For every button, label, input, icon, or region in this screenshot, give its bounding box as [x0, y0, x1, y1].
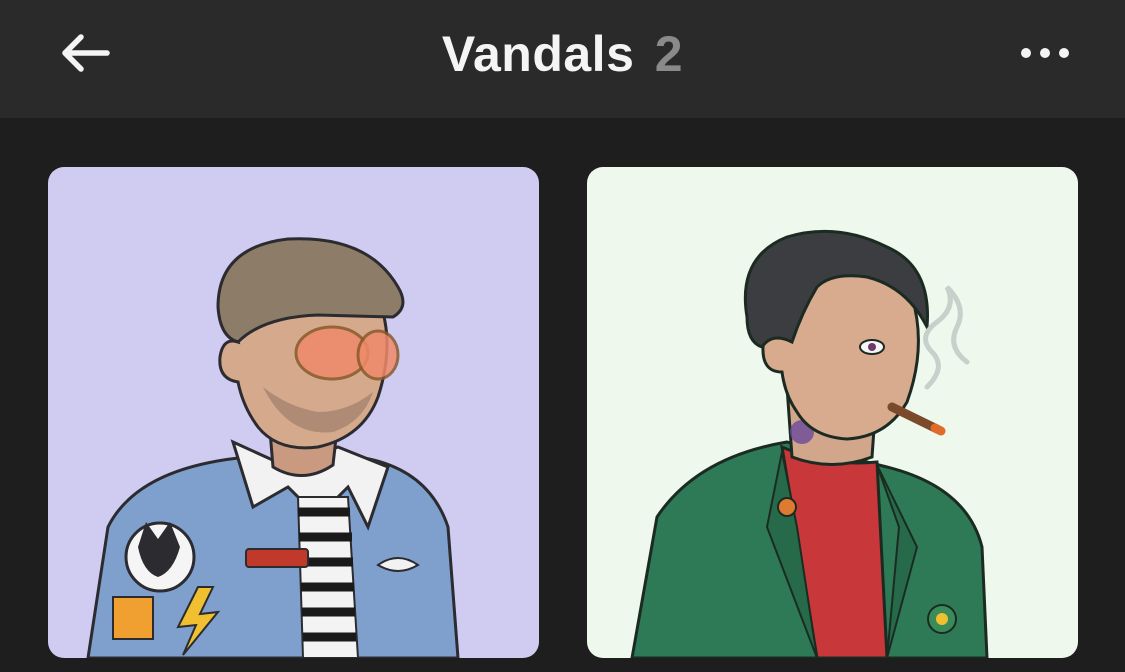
nft-card-vandal-1[interactable] — [48, 167, 539, 658]
collection-name: Vandals — [441, 26, 635, 82]
more-horizontal-icon — [1021, 48, 1069, 58]
nft-card-vandal-2[interactable] — [587, 167, 1078, 658]
avatar-green-blazer-image — [587, 167, 1078, 658]
item-count: 2 — [654, 26, 684, 82]
top-bar: Vandals 2 — [0, 0, 1125, 118]
page-title: Vandals 2 — [0, 24, 1125, 84]
more-options-button[interactable] — [1010, 30, 1080, 76]
avatar-denim-jacket-image — [48, 167, 539, 658]
